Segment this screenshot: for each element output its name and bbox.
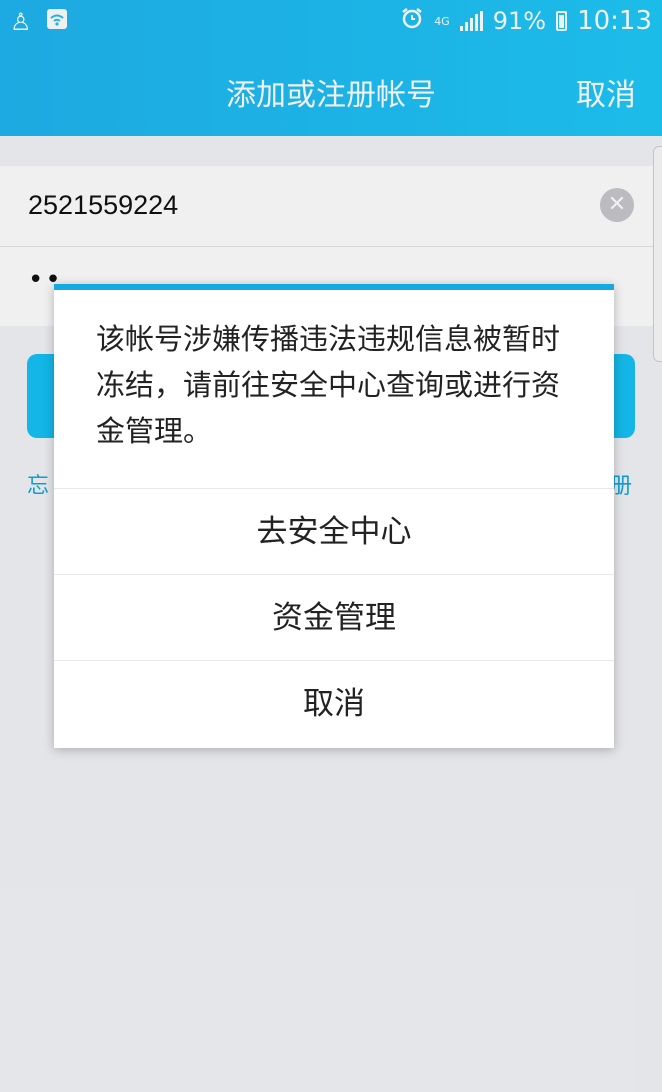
fund-management-button[interactable]: 资金管理 [54, 574, 614, 661]
security-center-button[interactable]: 去安全中心 [54, 488, 614, 575]
account-frozen-dialog: 该帐号涉嫌传播违法违规信息被暂时冻结，请前往安全中心查询或进行资金管理。 去安全… [54, 284, 614, 748]
dialog-cancel-button[interactable]: 取消 [54, 660, 614, 747]
dialog-message: 该帐号涉嫌传播违法违规信息被暂时冻结，请前往安全中心查询或进行资金管理。 [96, 322, 561, 448]
